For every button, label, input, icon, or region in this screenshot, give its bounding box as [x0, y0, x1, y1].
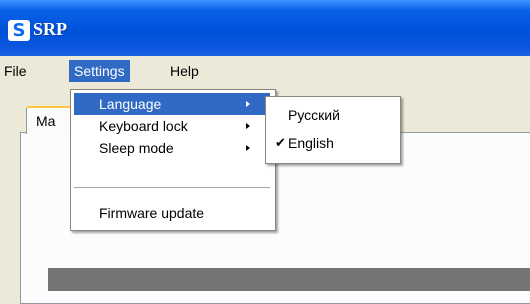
menu-item-keyboard-lock-label: Keyboard lock: [99, 118, 188, 134]
submenu-arrow-icon: [246, 123, 250, 129]
checkmark-icon: ✔: [275, 135, 286, 150]
menu-item-english[interactable]: ✔ English: [269, 132, 395, 154]
menu-file[interactable]: File: [0, 60, 32, 82]
language-submenu: Русский ✔ English: [265, 96, 401, 164]
menu-item-russian[interactable]: Русский: [269, 104, 395, 126]
menu-item-english-label: English: [288, 135, 334, 151]
menu-item-language-label: Language: [99, 96, 162, 112]
menu-help[interactable]: Help: [165, 60, 204, 82]
menu-settings[interactable]: Settings: [69, 60, 130, 82]
menu-item-firmware-update[interactable]: Firmware update: [74, 202, 270, 224]
menu-bar: File Settings Help: [0, 56, 530, 86]
title-bar[interactable]: S SRP: [0, 0, 530, 56]
menu-item-russian-label: Русский: [288, 107, 340, 123]
settings-menu: Language Keyboard lock Sleep mode Firmwa…: [70, 89, 276, 231]
menu-item-language[interactable]: Language: [74, 93, 270, 115]
submenu-arrow-icon: [246, 101, 250, 107]
menu-item-keyboard-lock[interactable]: Keyboard lock: [74, 115, 270, 137]
menu-item-sleep-mode[interactable]: Sleep mode: [74, 137, 270, 159]
menu-separator: [74, 187, 270, 188]
submenu-arrow-icon: [246, 145, 250, 151]
menu-item-firmware-update-label: Firmware update: [99, 205, 205, 221]
menu-item-sleep-mode-label: Sleep mode: [99, 140, 174, 156]
content-strip: [48, 268, 530, 291]
app-icon: S: [8, 20, 30, 41]
window-title: SRP: [33, 19, 68, 39]
tab-main-label: Ma: [36, 113, 56, 129]
